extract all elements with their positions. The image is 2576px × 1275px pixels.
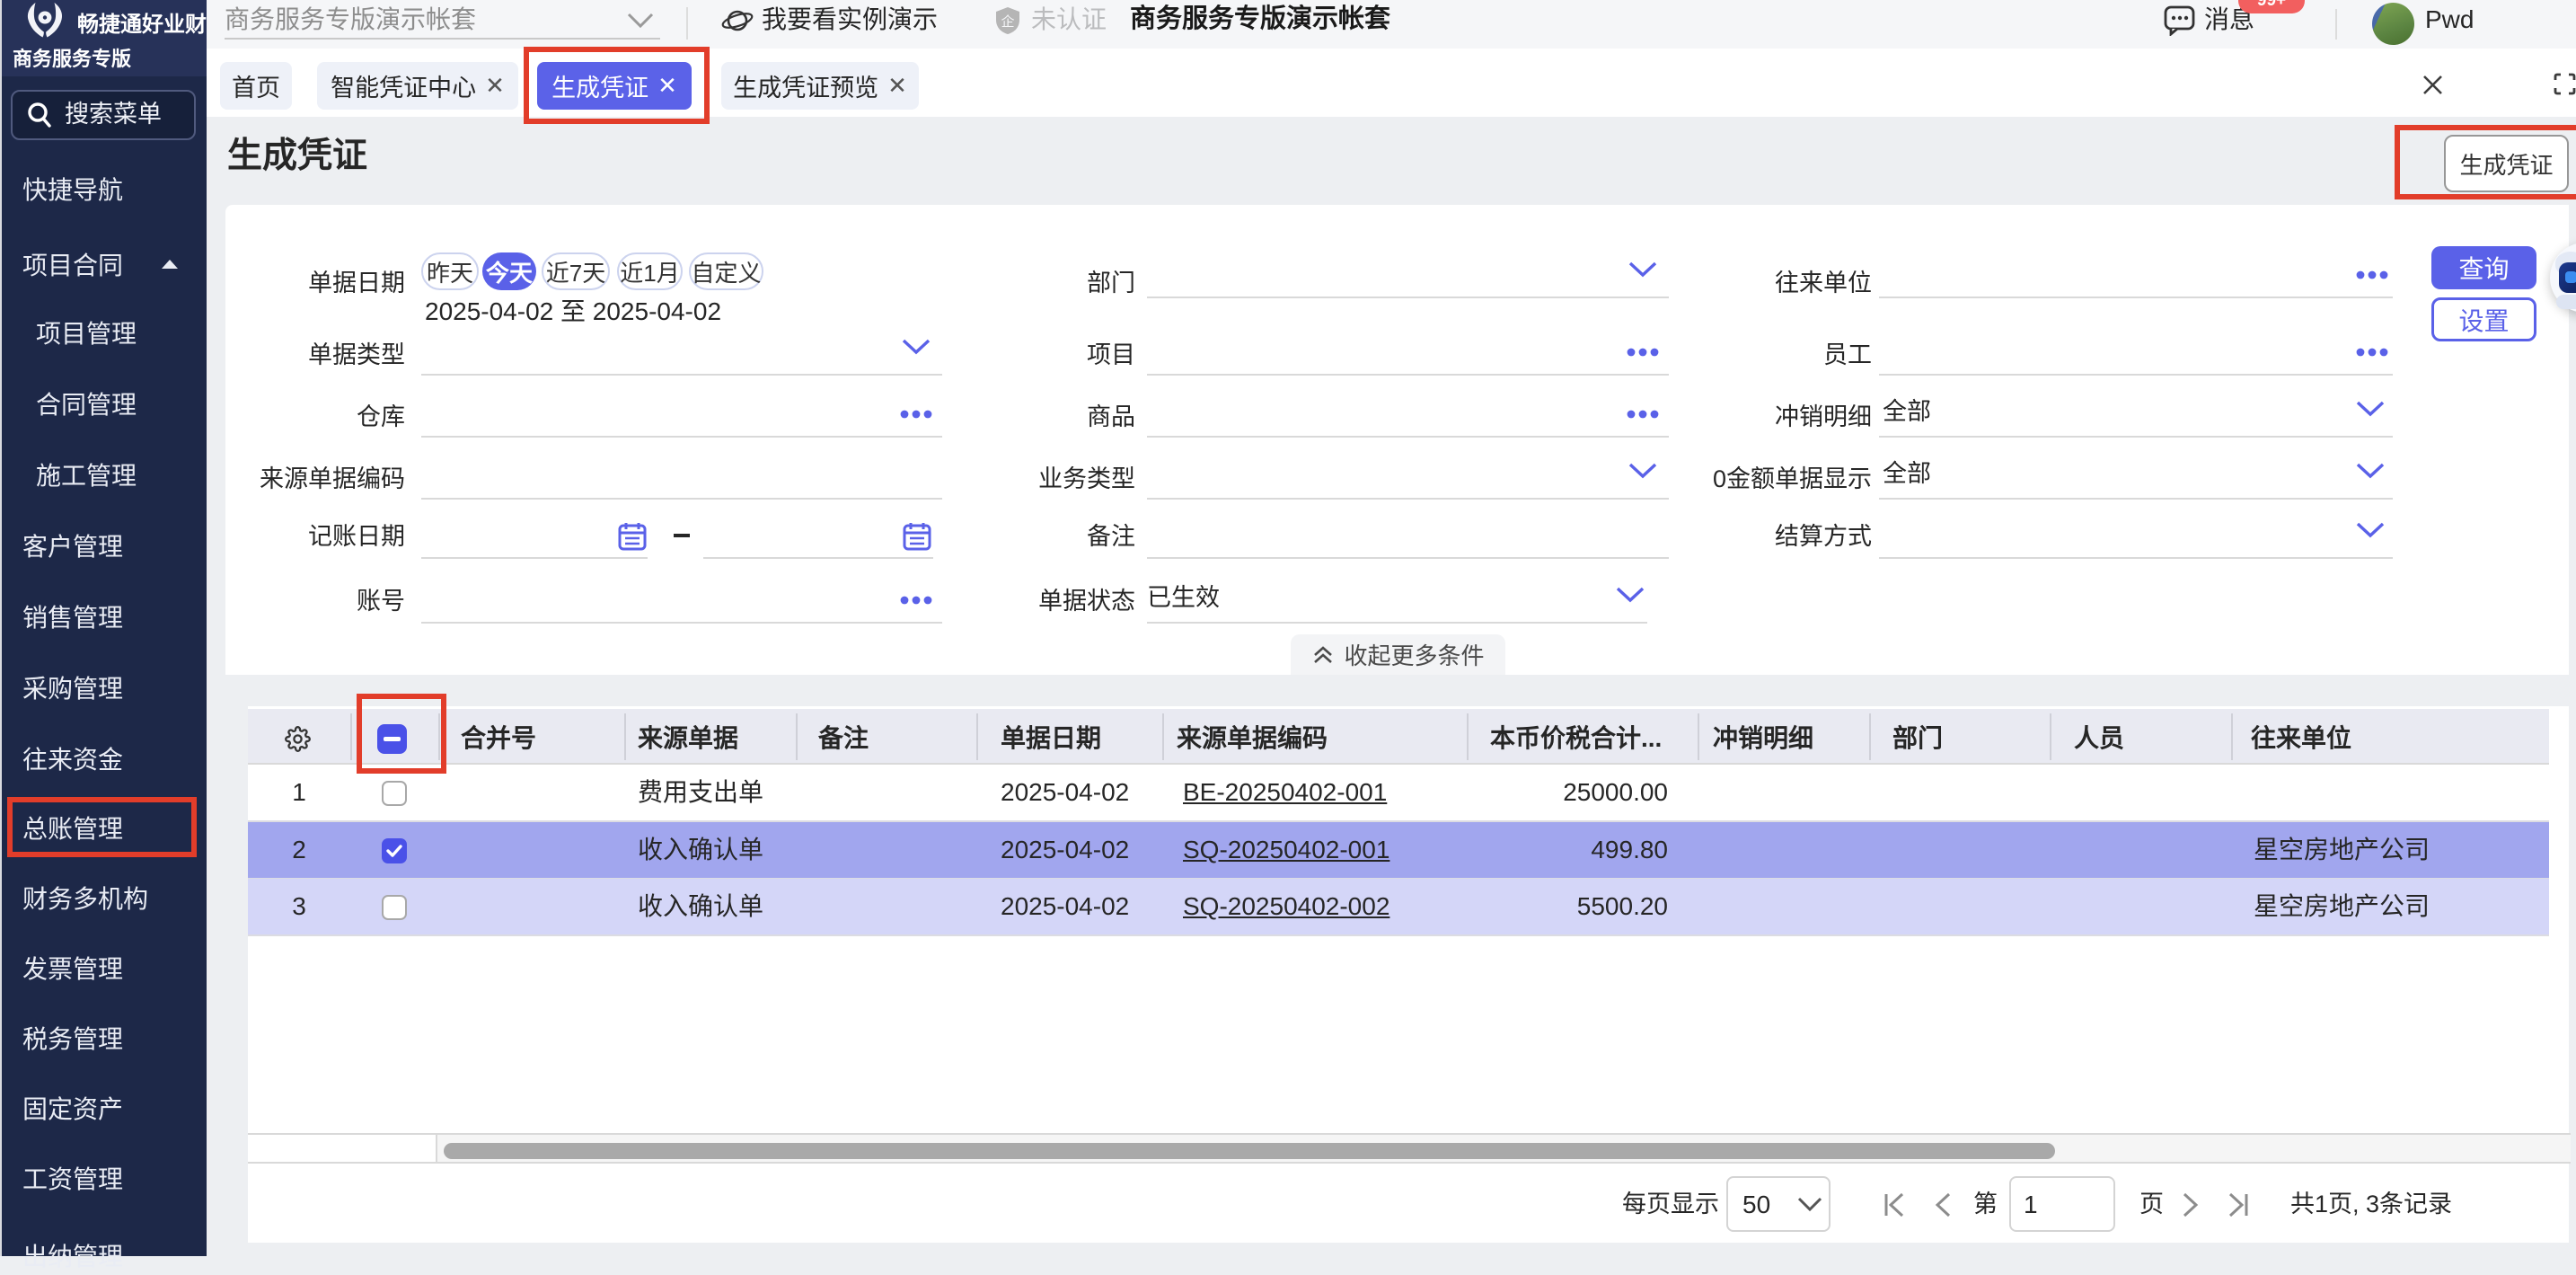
svg-text:企: 企 xyxy=(1001,13,1014,30)
